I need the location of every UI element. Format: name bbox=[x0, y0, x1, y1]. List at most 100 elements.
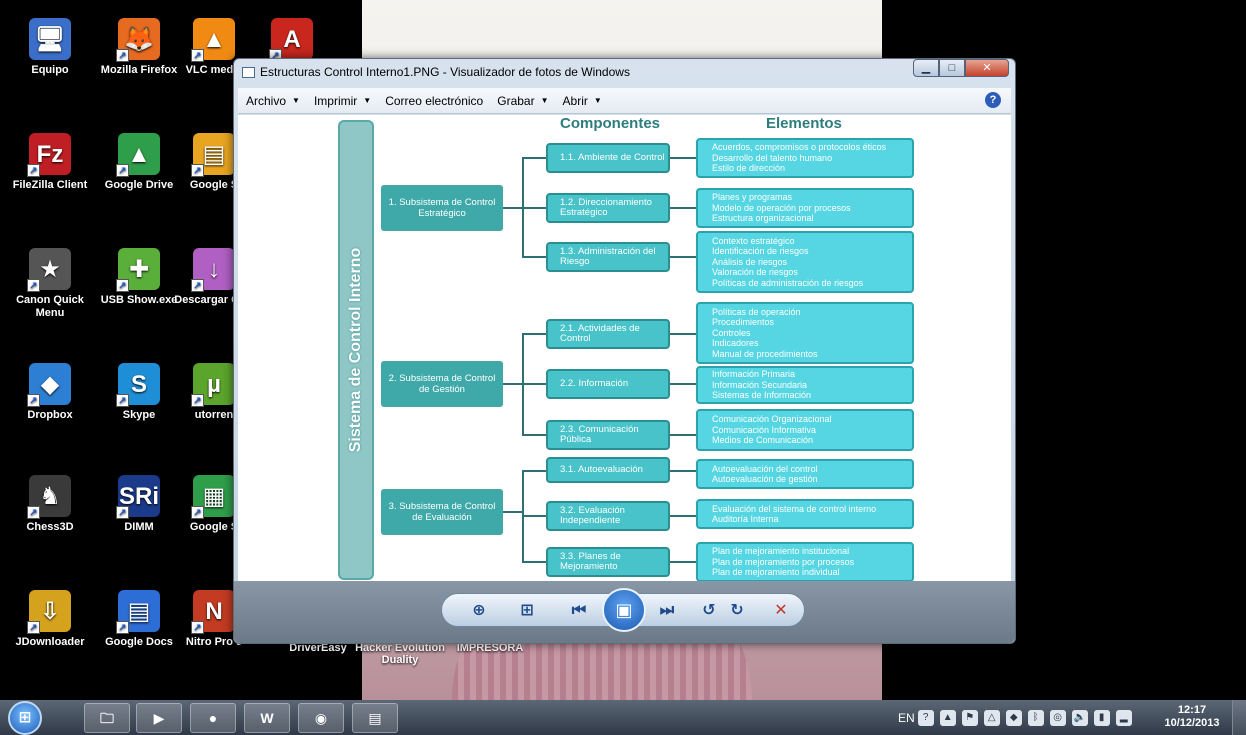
element-item: Autoevaluación de gestión bbox=[712, 474, 818, 484]
element-item: Indicadores bbox=[712, 338, 759, 349]
component-box: 3.1. Autoevaluación bbox=[546, 457, 670, 483]
component-box: 1.1. Ambiente de Control bbox=[546, 143, 670, 173]
rotate-left-icon[interactable]: ↺ bbox=[698, 600, 720, 622]
desktop-icon[interactable]: ★ ↗ Canon Quick Menu bbox=[6, 248, 94, 320]
language-indicator[interactable]: EN bbox=[898, 711, 915, 725]
volume-icon[interactable]: 🔈 bbox=[1071, 710, 1088, 726]
shortcut-arrow-icon: ↗ bbox=[191, 49, 204, 62]
desktop-icon[interactable]: 🖥 Equipo bbox=[6, 18, 94, 77]
zoom-icon[interactable]: ⊕ bbox=[468, 600, 490, 622]
control-interno-diagram: Sistema de Control Interno Componentes E… bbox=[238, 115, 1011, 581]
taskbar-photo-viewer-icon[interactable]: ▤ bbox=[352, 703, 398, 733]
elements-box: Comunicación Organizacional Comunicación… bbox=[696, 409, 914, 451]
rotate-right-icon[interactable]: ↻ bbox=[726, 600, 748, 622]
chevron-down-icon: ▼ bbox=[593, 96, 602, 105]
desktop-icon[interactable]: ♞ ↗ Chess3D bbox=[6, 475, 94, 534]
help-tray-icon[interactable]: ? bbox=[917, 710, 934, 726]
element-item: Estructura organizacional bbox=[712, 213, 814, 224]
taskbar-word-icon[interactable]: W bbox=[244, 703, 290, 733]
shortcut-arrow-icon: ↗ bbox=[191, 279, 204, 292]
component-box: 2.1. Actividades de Control bbox=[546, 319, 670, 349]
connector-line bbox=[670, 515, 696, 517]
taskbar-explorer-icon[interactable]: 🗀 bbox=[84, 703, 130, 733]
taskbar-app-icon[interactable]: ◉ bbox=[298, 703, 344, 733]
element-item: Políticas de administración de riesgos bbox=[712, 277, 864, 288]
photo-viewer-icon bbox=[242, 67, 255, 78]
bluetooth-icon[interactable]: ᛒ bbox=[1027, 710, 1044, 726]
flag-icon[interactable]: ⚑ bbox=[961, 710, 978, 726]
previous-icon[interactable]: ⏮ bbox=[568, 600, 590, 622]
menu-correo[interactable]: Correo electrónico bbox=[385, 94, 483, 108]
drive-icon[interactable]: △ bbox=[983, 710, 1000, 726]
connector-line bbox=[522, 383, 546, 385]
subsystem-box: 1. Subsistema de Control Estratégico bbox=[381, 185, 503, 231]
connector-line bbox=[670, 207, 696, 209]
desktop-icon[interactable]: Fz ↗ FileZilla Client bbox=[6, 133, 94, 192]
element-item: Valoración de riesgos bbox=[712, 267, 798, 278]
menu-abrir[interactable]: Abrir ▼ bbox=[563, 94, 602, 108]
next-icon[interactable]: ⏭ bbox=[656, 600, 678, 622]
signal-icon[interactable]: ▂ bbox=[1115, 710, 1132, 726]
menu-imprimir-label: Imprimir bbox=[313, 93, 358, 108]
connector-line bbox=[670, 561, 696, 563]
window-title: Estructuras Control Interno1.PNG - Visua… bbox=[260, 65, 630, 79]
dropbox-tray-icon[interactable]: ◆ bbox=[1005, 710, 1022, 726]
desktop-icon-label: FileZilla Client bbox=[12, 179, 88, 191]
connector-line bbox=[522, 515, 546, 517]
show-hidden-icons-icon[interactable]: ▲ bbox=[939, 710, 956, 726]
chevron-down-icon: ▼ bbox=[540, 96, 549, 105]
menu-archivo[interactable]: Archivo ▼ bbox=[246, 94, 300, 108]
element-item: Contexto estratégico bbox=[712, 235, 795, 246]
vertical-title-bar: Sistema de Control Interno bbox=[338, 120, 374, 580]
desktop-icon[interactable]: ◆ ↗ Dropbox bbox=[6, 363, 94, 422]
chevron-down-icon: ▼ bbox=[363, 96, 372, 105]
window-titlebar[interactable]: Estructuras Control Interno1.PNG - Visua… bbox=[234, 59, 1015, 87]
clock[interactable]: 12:17 10/12/2013 bbox=[1160, 704, 1224, 730]
element-item: Manual de procedimientos bbox=[712, 348, 818, 359]
menu-imprimir[interactable]: Imprimir ▼ bbox=[314, 94, 371, 108]
clock-date: 10/12/2013 bbox=[1164, 717, 1220, 729]
usb-show-icon: ✚ ↗ bbox=[116, 248, 160, 292]
shortcut-arrow-icon: ↗ bbox=[116, 394, 129, 407]
component-box: 1.2. Direccionamiento Estratégico bbox=[546, 193, 670, 223]
shortcut-arrow-icon: ↗ bbox=[116, 279, 129, 292]
menu-grabar[interactable]: Grabar ▼ bbox=[497, 94, 548, 108]
connector-line bbox=[670, 434, 696, 436]
skype-icon: S ↗ bbox=[116, 363, 160, 407]
minimize-button[interactable]: ▁ bbox=[913, 59, 939, 77]
start-button[interactable]: ⊞ bbox=[8, 701, 42, 735]
subsystem-box: 2. Subsistema de Control de Gestión bbox=[381, 361, 503, 407]
network-app-icon[interactable]: ◎ bbox=[1049, 710, 1066, 726]
element-item: Políticas de operación bbox=[712, 306, 801, 317]
help-icon[interactable]: ? bbox=[985, 92, 1001, 108]
show-desktop-button[interactable] bbox=[1232, 700, 1246, 735]
component-box: 3.3. Planes de Mejoramiento bbox=[546, 547, 670, 577]
slideshow-icon[interactable]: ▣ bbox=[602, 588, 646, 632]
element-item: Estilo de dirección bbox=[712, 163, 786, 174]
power-icon[interactable]: ▮ bbox=[1093, 710, 1110, 726]
connector-line bbox=[522, 256, 546, 258]
nitro-icon: N ↗ bbox=[191, 590, 235, 634]
photo-viewer-window[interactable]: Estructuras Control Interno1.PNG - Visua… bbox=[233, 58, 1016, 644]
clock-time: 12:17 bbox=[1177, 704, 1207, 716]
chess-icon: ♞ ↗ bbox=[27, 475, 71, 519]
desktop-icon-hacker-evolution-label[interactable]: Hacker Evolution Duality bbox=[352, 642, 448, 666]
actual-size-icon[interactable]: ⊞ bbox=[516, 600, 538, 622]
desktop-icon-label: Dropbox bbox=[27, 409, 73, 421]
connector-line bbox=[503, 207, 523, 209]
delete-icon[interactable]: ✕ bbox=[770, 600, 792, 622]
element-item: Auditoría Interna bbox=[712, 514, 779, 524]
taskbar-firefox-icon[interactable]: ● bbox=[190, 703, 236, 733]
close-button[interactable]: ✕ bbox=[965, 59, 1009, 77]
window-controls: ▁ □ ✕ bbox=[913, 59, 1009, 79]
google-sheets-icon: ▦ ↗ bbox=[191, 475, 235, 519]
connector-line bbox=[522, 333, 546, 335]
taskbar: ⊞ 🗀 ▶ ● W ◉ ▤ EN ? ▲ ⚑ △ ◆ ᛒ ◎ 🔈 ▮ ▂ 12:… bbox=[0, 700, 1246, 735]
maximize-button[interactable]: □ bbox=[939, 59, 965, 77]
desktop-icon[interactable]: ⇩ ↗ JDownloader bbox=[6, 590, 94, 649]
canon-icon: ★ ↗ bbox=[27, 248, 71, 292]
element-item: Planes y programas bbox=[712, 192, 793, 203]
shortcut-arrow-icon: ↗ bbox=[116, 506, 129, 519]
taskbar-media-icon[interactable]: ▶ bbox=[136, 703, 182, 733]
element-item: Procedimientos bbox=[712, 317, 775, 328]
